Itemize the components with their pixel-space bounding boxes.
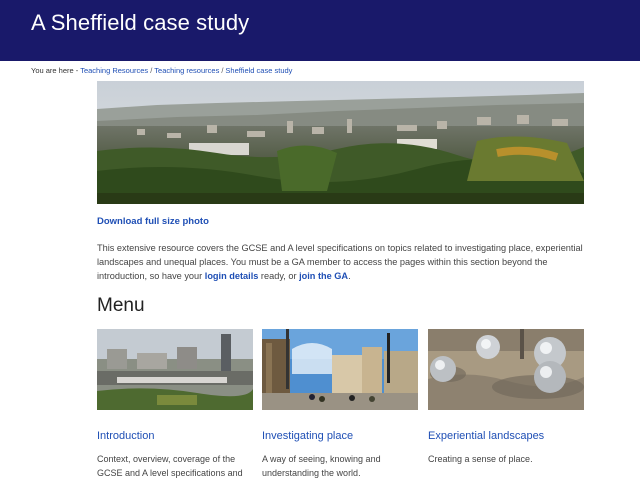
breadcrumb: You are here - Teaching Resources / Teachi… [31, 66, 292, 75]
download-full-size-photo-link[interactable]: Download full size photo [97, 216, 209, 227]
menu-card-investigating-place: Investigating place A way of seeing, kno… [262, 329, 418, 478]
intro-text-3: . [348, 271, 351, 281]
investigating-place-thumbnail[interactable] [262, 329, 418, 410]
investigating-place-link[interactable]: Investigating place [262, 430, 353, 442]
menu-card-experiential-landscapes: Experiential landscapes Creating a sense… [428, 329, 584, 464]
join-the-ga-link[interactable]: join the GA [299, 271, 348, 281]
login-details-link[interactable]: login details [205, 271, 259, 281]
experiential-landscapes-thumbnail[interactable] [428, 329, 584, 410]
breadcrumb-prefix: You are here - [31, 66, 79, 75]
intro-paragraph: This extensive resource covers the GCSE … [97, 241, 592, 283]
introduction-description: Context, overview, coverage of the GCSE … [97, 454, 243, 478]
page-title: A Sheffield case study [31, 10, 250, 35]
introduction-thumbnail[interactable] [97, 329, 253, 410]
breadcrumb-link-teaching-resources[interactable]: Teaching Resources [80, 66, 148, 75]
investigating-place-description: A way of seeing, knowing and understandi… [262, 454, 381, 478]
breadcrumb-link-sheffield-case-study[interactable]: Sheffield case study [225, 66, 292, 75]
experiential-landscapes-description: Creating a sense of place. [428, 454, 533, 464]
site-header: A Sheffield case study [0, 0, 640, 61]
introduction-link[interactable]: Introduction [97, 430, 154, 442]
experiential-landscapes-link[interactable]: Experiential landscapes [428, 430, 544, 442]
hero-panorama-photo [97, 81, 584, 204]
menu-heading: Menu [97, 295, 145, 316]
intro-text-2: ready, or [258, 271, 300, 281]
menu-card-introduction: Introduction Context, overview, coverage… [97, 329, 253, 478]
breadcrumb-link-teaching-resources-sub[interactable]: Teaching resources [154, 66, 219, 75]
